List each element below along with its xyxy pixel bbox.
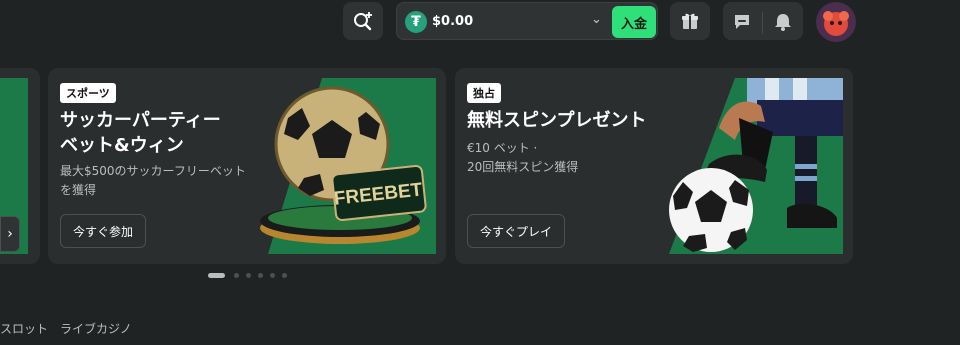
chevron-right-icon: › — [7, 226, 13, 242]
carousel-dot[interactable] — [282, 273, 287, 278]
avatar[interactable] — [816, 2, 856, 42]
promo-desc-line: 20回無料スピン獲得 — [467, 160, 579, 174]
promo-badge: 独占 — [467, 83, 501, 103]
divider — [762, 12, 763, 34]
promo-description: €10 ベット · 20回無料スピン獲得 — [467, 139, 578, 177]
carousel-next-button[interactable]: › — [0, 216, 20, 252]
chevron-down-icon[interactable]: ⌄ — [591, 12, 602, 27]
nav-item-slots[interactable]: スロット — [0, 320, 48, 337]
wallet-selector[interactable]: ₮ $0.00 ⌄ 入金 — [396, 2, 658, 40]
promo-title-line: サッカーパーティー — [60, 110, 221, 131]
promo-desc-line: 最大$500のサッカーフリーベット — [60, 164, 246, 178]
promo-desc-line: €10 ベット · — [467, 141, 538, 155]
avatar-icon — [816, 2, 856, 42]
chat-notify-group — [723, 2, 803, 40]
promo-card-freespins[interactable]: 独占 無料スピンプレゼント €10 ベット · 20回無料スピン獲得 今すぐプレ… — [455, 68, 853, 264]
deposit-button[interactable]: 入金 — [612, 6, 656, 38]
promo-badge: スポーツ — [60, 83, 116, 103]
join-now-button[interactable]: 今すぐ参加 — [60, 214, 147, 248]
soccer-player-art — [669, 78, 843, 254]
top-header: ₮ $0.00 ⌄ 入金 — [0, 0, 960, 44]
search-plus-icon — [354, 12, 372, 31]
soccer-freebet-art: FREEBET — [260, 78, 436, 254]
promo-card-soccer[interactable]: スポーツ サッカーパーティー ベット&ウィン 最大$500のサッカーフリーベット… — [48, 68, 446, 264]
search-button[interactable] — [343, 2, 383, 40]
tether-icon: ₮ — [405, 11, 427, 33]
carousel-dot[interactable] — [270, 273, 275, 278]
chat-icon[interactable] — [732, 12, 752, 32]
carousel-dot[interactable] — [234, 273, 239, 278]
promo-title-line: ベット&ウィン — [60, 135, 184, 156]
gift-icon — [682, 13, 698, 29]
rewards-button[interactable] — [670, 2, 710, 40]
promo-title: サッカーパーティー ベット&ウィン — [60, 108, 221, 158]
previous-promo-card[interactable]: › — [0, 68, 40, 264]
promo-title-line: 無料スピンプレゼント — [467, 110, 647, 131]
play-now-button[interactable]: 今すぐプレイ — [467, 214, 566, 248]
nav-item-live-casino[interactable]: ライブカジノ — [60, 320, 132, 337]
wallet-balance: $0.00 — [432, 14, 474, 29]
promo-description: 最大$500のサッカーフリーベット を獲得 — [60, 162, 246, 200]
promo-title: 無料スピンプレゼント — [467, 108, 646, 133]
carousel-dot-active[interactable] — [208, 273, 225, 278]
promo-desc-line: を獲得 — [60, 183, 97, 197]
bell-icon[interactable] — [773, 12, 793, 32]
carousel-dot[interactable] — [258, 273, 263, 278]
carousel-dot[interactable] — [246, 273, 251, 278]
